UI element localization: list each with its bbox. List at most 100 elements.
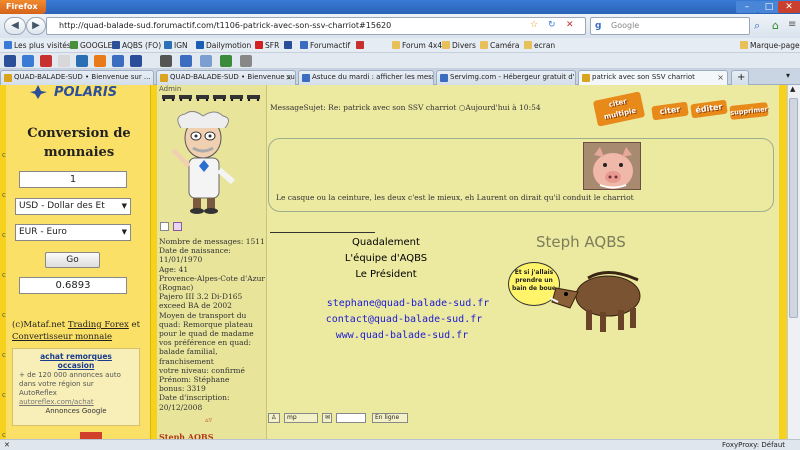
reload-icon[interactable]: ↻ xyxy=(548,20,556,30)
email-icon[interactable]: ✉ xyxy=(322,413,332,423)
ad-google-label[interactable]: Annonces Google xyxy=(19,407,133,416)
bookmark-folder[interactable]: Divers xyxy=(442,40,476,51)
post-message: Le casque ou la ceinture, les deux c'est… xyxy=(276,193,634,202)
addon-icon[interactable] xyxy=(40,55,52,67)
scroll-up-arrows-icon[interactable]: ▵▿ xyxy=(205,416,212,424)
ad-heading[interactable]: achat remorques xyxy=(19,352,133,361)
home-icon[interactable]: ⌂ xyxy=(772,19,779,32)
maximize-icon[interactable]: □ xyxy=(758,1,780,13)
bookmark-icon xyxy=(196,41,204,49)
bookmark-folder[interactable]: ecran xyxy=(524,40,555,51)
close-tab-icon[interactable]: × xyxy=(285,71,292,84)
bookmark-item[interactable]: GOOGLE xyxy=(70,40,112,51)
bookmark-folder[interactable]: Caméra xyxy=(480,40,519,51)
email-link-stephane[interactable]: stephane@quad-balade-sud.fr xyxy=(308,298,508,309)
amount-input[interactable]: 1 xyxy=(19,171,127,188)
navigation-toolbar: ◀ ▶ http://quad-balade-sud.forumactif.co… xyxy=(0,14,800,38)
credit-text: (c)Mataf.net xyxy=(12,320,68,330)
ad-body: + de 120 000 annonces auto dans votre ré… xyxy=(19,371,121,397)
addon-icon[interactable] xyxy=(180,55,192,67)
addon-icon[interactable] xyxy=(240,55,252,67)
addon-icon[interactable] xyxy=(94,55,106,67)
search-magnifier-icon[interactable]: ⌕ xyxy=(754,19,760,33)
converter-title: Conversion de xyxy=(27,126,131,141)
bookmark-item[interactable]: IGN xyxy=(164,40,188,51)
forum-favicon-icon xyxy=(160,74,168,82)
bookmark-item[interactable] xyxy=(356,40,366,51)
new-tab-button[interactable]: + xyxy=(731,70,749,85)
profile-icon[interactable]: ♙ xyxy=(268,413,280,423)
avatar xyxy=(171,110,235,214)
rank-quad-icon xyxy=(230,95,243,101)
to-currency-select[interactable]: EUR - Euro ▼ xyxy=(15,224,131,241)
back-arrow-icon[interactable]: ◀ xyxy=(4,17,26,35)
close-icon[interactable]: ✕ xyxy=(778,1,800,13)
facebook-icon[interactable] xyxy=(130,55,142,67)
addon-icon[interactable] xyxy=(160,55,172,67)
convertisseur-link[interactable]: Convertisseur monnaie xyxy=(12,332,112,342)
boar-icon xyxy=(549,271,641,332)
search-input[interactable]: g Google xyxy=(590,17,750,35)
rank-quad-icon xyxy=(196,95,209,101)
go-button[interactable]: Go xyxy=(45,252,100,268)
bookmark-item[interactable]: AQBS (FO) xyxy=(112,40,161,51)
bookmarks-toolbar: Les plus visités GOOGLE AQBS (FO) IGN Da… xyxy=(0,38,800,53)
addon-bar-close-icon[interactable]: ✕ xyxy=(4,440,10,450)
tab-servimg[interactable]: Servimg.com - Hébergeur gratuit d'i... xyxy=(436,70,576,85)
addon-icon[interactable] xyxy=(4,55,16,67)
addon-icon[interactable] xyxy=(22,55,34,67)
bookmark-icon xyxy=(284,41,292,49)
foxyproxy-status[interactable]: FoxyProxy: Défaut xyxy=(722,440,785,450)
bookmark-item[interactable]: Dailymotion xyxy=(196,40,251,51)
bookmark-item[interactable] xyxy=(284,40,294,51)
chevron-down-icon: ▼ xyxy=(121,228,127,236)
address-bar[interactable]: http://quad-balade-sud.forumactif.com/t1… xyxy=(46,17,586,35)
rank-quad-icon xyxy=(179,95,192,101)
credit-text: et xyxy=(128,320,140,330)
tab-quad-balade-2[interactable]: QUAD-BALADE-SUD • Bienvenue sur ... × xyxy=(156,70,296,85)
addon-icon[interactable] xyxy=(220,55,232,67)
addon-icon[interactable] xyxy=(58,55,70,67)
pig-helmet-image xyxy=(584,143,640,189)
from-currency-select[interactable]: USD - Dollar des Et ▼ xyxy=(15,198,131,215)
close-tab-icon[interactable]: × xyxy=(717,71,724,84)
private-message-button[interactable]: mp xyxy=(284,413,318,423)
addon-icon[interactable] xyxy=(76,55,88,67)
minimize-icon[interactable]: – xyxy=(736,1,758,13)
bookmark-item[interactable]: Les plus visités xyxy=(4,40,71,51)
tab-list-icon[interactable]: ▾ xyxy=(786,71,790,80)
bookmark-item[interactable]: SFR xyxy=(255,40,279,51)
bookmark-folder[interactable]: Forum 4x4 xyxy=(392,40,442,51)
bookmark-label: Les plus visités xyxy=(14,41,71,50)
menu-icon[interactable]: ≡ xyxy=(788,19,796,30)
bookmark-icon xyxy=(255,41,263,49)
bookmark-folder[interactable]: Marque-pages xyxy=(740,40,800,51)
scroll-up-icon[interactable]: ▲ xyxy=(790,85,795,93)
google-ad[interactable]: achat remorques occasion + de 120 000 an… xyxy=(12,348,140,426)
ad-heading-2[interactable]: occasion xyxy=(19,361,133,370)
firefox-menu-button[interactable]: Firefox xyxy=(0,0,46,14)
bookmark-label: Dailymotion xyxy=(206,41,252,50)
scrollbar-thumb[interactable] xyxy=(789,98,798,318)
trading-forex-link[interactable]: Trading Forex xyxy=(68,320,129,330)
tab-astuce[interactable]: Astuce du mardi : afficher les message..… xyxy=(298,70,434,85)
bookmark-star-icon[interactable]: ☆ xyxy=(530,20,538,30)
addon-icon[interactable] xyxy=(200,55,212,67)
stop-icon[interactable]: ✕ xyxy=(566,20,574,30)
bookmark-label: Marque-pages xyxy=(750,41,800,50)
tab-patrick-ssv[interactable]: patrick avec son SSV charriot × xyxy=(578,70,728,85)
rank-quad-icon xyxy=(162,95,175,101)
rank-quad-icon xyxy=(213,95,226,101)
email-link-contact[interactable]: contact@quad-balade-sud.fr xyxy=(304,314,504,325)
website-button[interactable] xyxy=(336,413,366,423)
forward-arrow-icon[interactable]: ▶ xyxy=(26,17,46,35)
tab-quad-balade-1[interactable]: QUAD-BALADE-SUD • Bienvenue sur ... xyxy=(0,70,154,85)
ad-url[interactable]: autoreflex.com/achat xyxy=(19,398,133,407)
website-link[interactable]: www.quad-balade-sud.fr xyxy=(302,330,502,341)
addon-icon[interactable] xyxy=(112,55,124,67)
profile-line: Pajero III 3.2 Di-D165 exceed BA de 2002 xyxy=(159,292,243,311)
folder-icon xyxy=(480,41,488,49)
bookmark-item[interactable]: Forumactif xyxy=(300,40,350,51)
servimg-favicon-icon xyxy=(440,74,448,82)
result-field[interactable]: 0.6893 xyxy=(19,277,127,294)
